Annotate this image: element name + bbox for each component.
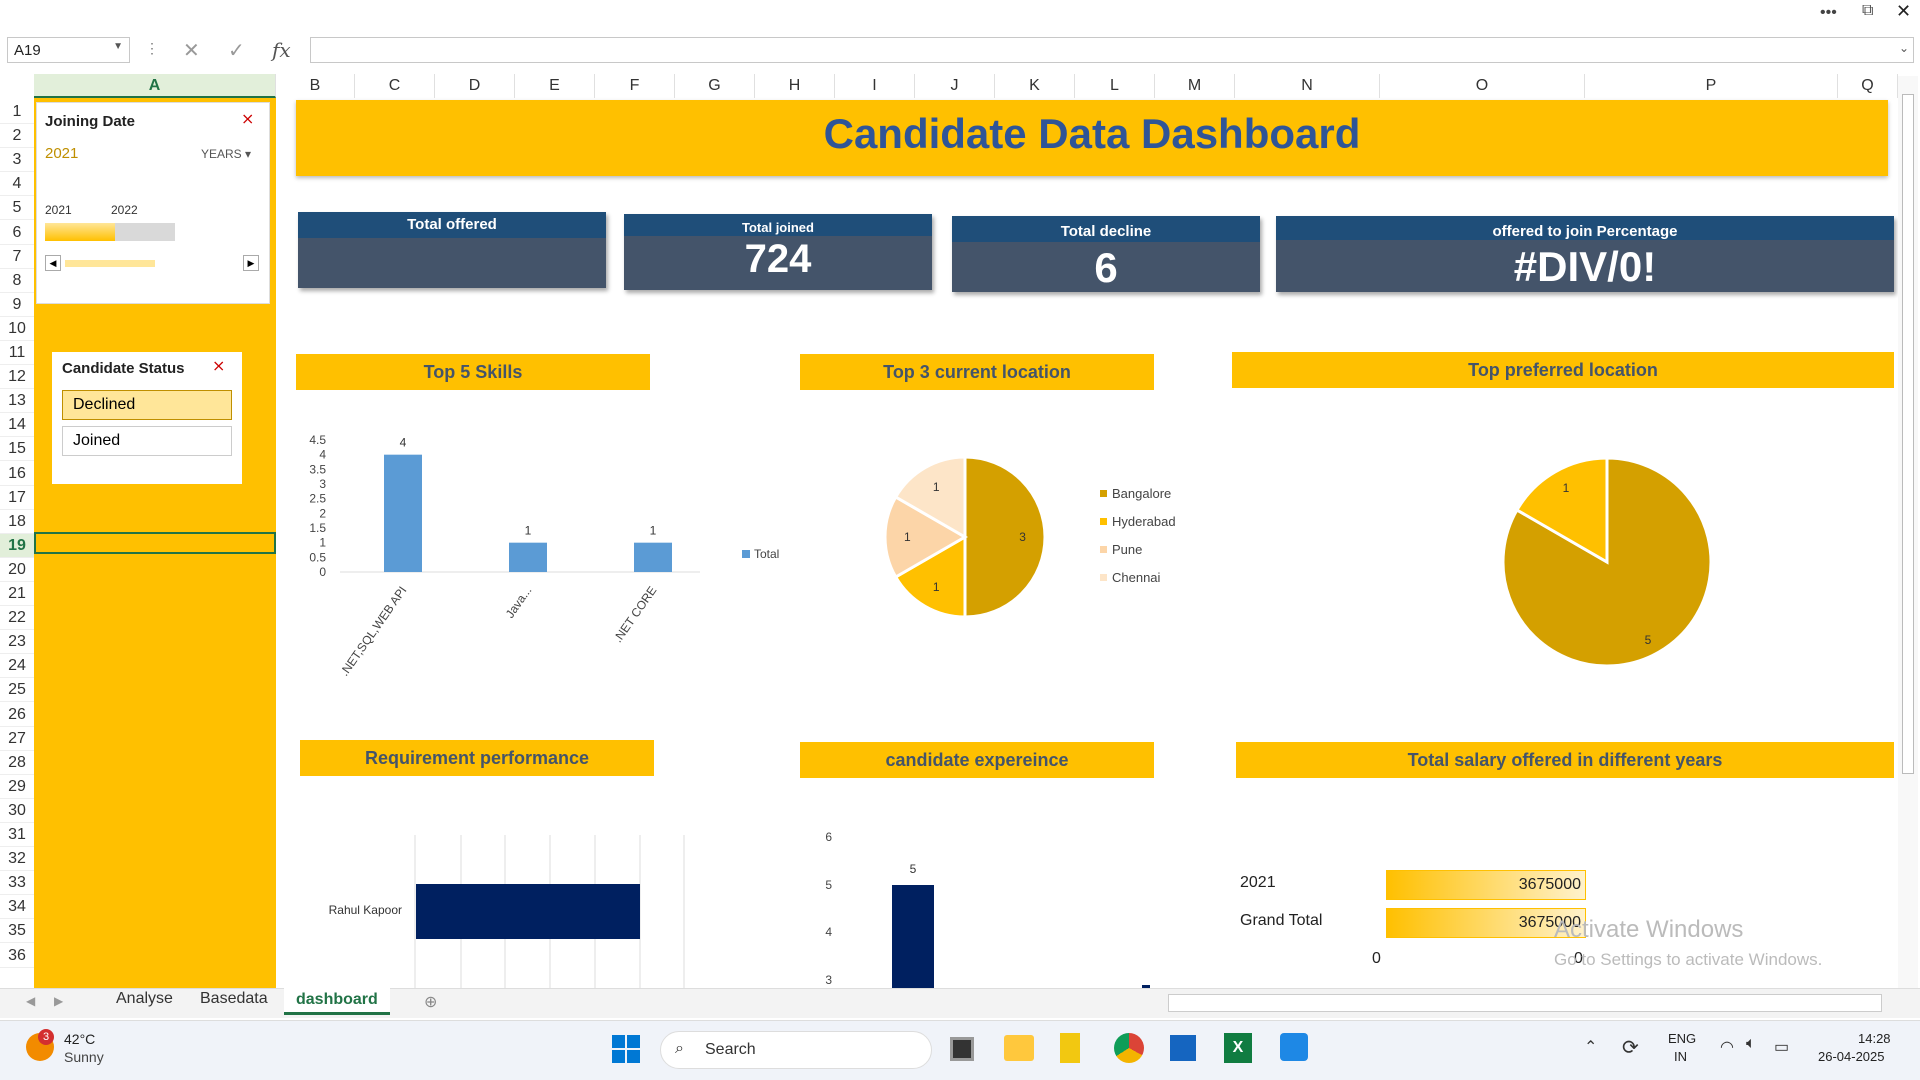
sheet-tab-basedata[interactable]: Basedata [200, 990, 268, 1008]
requirement-bar-chart: Rahul Kapoor [329, 835, 685, 988]
salary-bar: 3675000 [1386, 870, 1586, 900]
task-view-icon[interactable] [950, 1037, 974, 1061]
data-label: 1 [650, 524, 657, 538]
y-tick-label: 2 [319, 506, 326, 520]
y-tick-label: 1.5 [309, 521, 326, 535]
store-icon[interactable] [1170, 1035, 1196, 1061]
y-tick-label: 6 [825, 830, 832, 844]
bar [384, 454, 422, 572]
salary-row-label: Grand Total [1240, 912, 1323, 929]
data-label: 1 [933, 480, 940, 494]
activation-watermark: Activate Windows [1554, 916, 1744, 943]
y-tick-label: 4 [319, 448, 326, 462]
salary-row-label: 2021 [1240, 874, 1276, 891]
photos-icon[interactable] [1280, 1033, 1308, 1061]
vertical-scrollbar[interactable] [1898, 76, 1918, 988]
y-tick-label: 4 [825, 925, 832, 939]
legend-swatch [1100, 490, 1107, 497]
preferred-location-pie: 51 [1501, 456, 1713, 668]
sheet-tab-analyse[interactable]: Analyse [116, 990, 173, 1008]
search-label: Search [705, 1041, 756, 1058]
y-tick-label: 3 [825, 973, 832, 987]
y-tick-label: 1 [319, 536, 326, 550]
pie-slice [963, 455, 1047, 619]
skills-bar-chart: 4.543.532.521.510.504.NET,SQL,WEB API1Ja… [309, 433, 779, 679]
powerbi-icon[interactable] [1060, 1033, 1080, 1063]
tab-scroll-left-icon[interactable]: ◀ [26, 994, 35, 1008]
tab-scroll-right-icon[interactable]: ▶ [54, 994, 63, 1008]
horizontal-scrollbar[interactable] [1168, 994, 1882, 1012]
y-tick-label: 5 [825, 878, 832, 892]
category-label: .NET,SQL,WEB API [337, 584, 409, 679]
region-label[interactable]: IN [1674, 1049, 1687, 1064]
data-label: 1 [525, 524, 532, 538]
wifi-icon[interactable]: ◠ [1720, 1037, 1734, 1057]
chrome-icon[interactable] [1114, 1033, 1144, 1063]
data-label: 5 [1645, 633, 1652, 647]
weather-temp: 42°C [64, 1031, 96, 1047]
data-label: 1 [1563, 481, 1570, 495]
volume-icon[interactable]: 🔈︎ [1746, 1035, 1756, 1053]
y-tick-label: 4.5 [309, 433, 326, 447]
taskbar: 3 42°C Sunny ⌕ Search X ⌃ ⟳ ENG IN ◠ 🔈︎ … [0, 1020, 1920, 1080]
search-icon: ⌕ [675, 1040, 684, 1057]
battery-icon[interactable]: ▭ [1774, 1037, 1789, 1057]
category-label: .NET CORE [611, 584, 660, 645]
bar [416, 884, 640, 939]
sync-icon[interactable]: ⟳ [1622, 1035, 1639, 1060]
data-label: 5 [910, 862, 917, 876]
language-label[interactable]: ENG [1668, 1031, 1696, 1046]
y-tick-label: 0.5 [309, 550, 326, 564]
file-explorer-icon[interactable] [1004, 1035, 1034, 1061]
y-tick-label: 3 [319, 477, 326, 491]
legend-label: Pune [1112, 542, 1142, 557]
legend-label: Hyderabad [1112, 514, 1176, 529]
scroll-thumb[interactable] [1902, 94, 1914, 774]
excel-icon[interactable]: X [1224, 1033, 1252, 1063]
bar [634, 542, 672, 572]
weather-desc: Sunny [64, 1049, 104, 1065]
y-tick-label: 3.5 [309, 462, 326, 476]
legend-swatch [1100, 546, 1107, 553]
windows-start-icon[interactable] [612, 1035, 640, 1063]
chevron-up-icon[interactable]: ⌃ [1584, 1037, 1597, 1057]
data-label: 1 [904, 530, 911, 544]
data-label: 4 [400, 436, 407, 450]
legend-label: Bangalore [1112, 486, 1171, 501]
axis-label: 0 [1372, 950, 1381, 967]
y-tick-label: 0 [319, 565, 326, 579]
add-sheet-icon[interactable]: ⊕ [424, 992, 437, 1012]
category-label: Rahul Kapoor [329, 903, 402, 917]
bar [892, 885, 934, 988]
legend-swatch [1100, 518, 1107, 525]
data-label: 1 [933, 580, 940, 594]
clock-date[interactable]: 26-04-2025 [1818, 1049, 1885, 1064]
clock-time[interactable]: 14:28 [1858, 1031, 1891, 1046]
sheet-tab-dashboard[interactable]: dashboard [284, 988, 390, 1015]
activation-watermark-sub: Go to Settings to activate Windows. [1554, 950, 1823, 969]
legend-label: Chennai [1112, 570, 1161, 585]
data-label: 3 [1019, 530, 1026, 544]
notification-badge: 3 [38, 1029, 54, 1045]
legend-swatch [1100, 574, 1107, 581]
legend-label: Total [754, 547, 779, 561]
search-box[interactable]: ⌕ Search [660, 1031, 932, 1069]
legend-swatch [742, 550, 750, 558]
bar [509, 542, 547, 572]
current-location-pie: 3 1 1 1 Bangalore Hyderabad Pune Chennai [883, 455, 1176, 619]
experience-bar-chart: 6 5 4 3 5 [825, 830, 1150, 988]
y-tick-label: 2.5 [309, 492, 326, 506]
category-label: Java... [503, 584, 535, 621]
